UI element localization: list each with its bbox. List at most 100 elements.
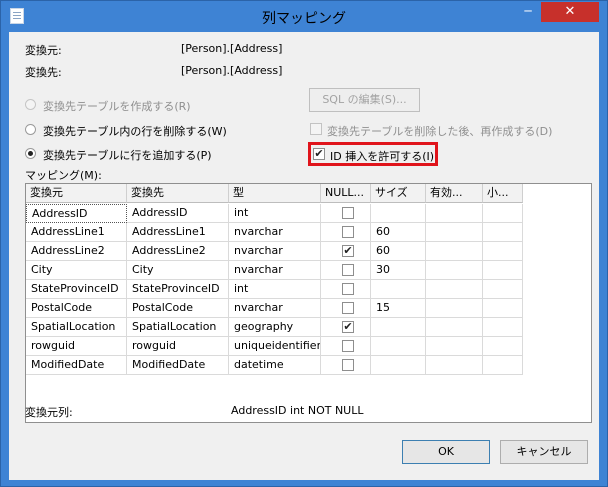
nullable-checkbox[interactable] (342, 359, 354, 371)
nullable-checkbox[interactable] (342, 264, 354, 276)
cell-size[interactable]: 60 (371, 223, 426, 242)
cell-size[interactable]: 15 (371, 299, 426, 318)
cell-size[interactable] (371, 356, 426, 375)
cell-source[interactable]: AddressLine2 (26, 242, 127, 261)
cell-source[interactable]: rowguid (26, 337, 127, 356)
cell-nullable[interactable]: ✔ (321, 318, 371, 337)
cell-type[interactable]: nvarchar (229, 299, 321, 318)
cell-source[interactable]: StateProvinceID (26, 280, 127, 299)
cell-scale[interactable] (483, 299, 523, 318)
mappings-label: マッピング(M): (25, 169, 102, 182)
dialog-client: 変換元: [Person].[Address] 変換先: [Person].[A… (9, 32, 599, 480)
cell-destination[interactable]: City (127, 261, 229, 280)
cell-scale[interactable] (483, 261, 523, 280)
cell-source[interactable]: PostalCode (26, 299, 127, 318)
cell-type[interactable]: nvarchar (229, 223, 321, 242)
cell-destination[interactable]: ModifiedDate (127, 356, 229, 375)
cell-size[interactable]: 30 (371, 261, 426, 280)
cell-nullable[interactable] (321, 337, 371, 356)
cell-nullable[interactable] (321, 356, 371, 375)
minimize-button[interactable]: ─ (515, 2, 541, 22)
nullable-checkbox[interactable] (342, 283, 354, 295)
cell-source[interactable]: SpatialLocation (26, 318, 127, 337)
cell-type[interactable]: nvarchar (229, 242, 321, 261)
source-column-label: 変換元列: (25, 406, 73, 419)
ok-button[interactable]: OK (402, 440, 490, 464)
cell-precision[interactable] (426, 280, 483, 299)
append-rows-radio[interactable] (25, 148, 36, 159)
append-rows-label: 変換先テーブルに行を追加する(P) (43, 149, 212, 162)
drop-recreate-label: 変換先テーブルを削除した後、再作成する(D) (327, 125, 553, 138)
cell-destination[interactable]: AddressID (127, 204, 229, 223)
cell-nullable[interactable] (321, 204, 371, 223)
create-table-radio[interactable] (25, 99, 36, 110)
cell-precision[interactable] (426, 318, 483, 337)
cell-destination[interactable]: SpatialLocation (127, 318, 229, 337)
nullable-checkbox[interactable] (342, 226, 354, 238)
cell-nullable[interactable] (321, 280, 371, 299)
cell-precision[interactable] (426, 261, 483, 280)
header-scale[interactable]: 小... (483, 184, 523, 203)
cell-source[interactable]: AddressID (26, 204, 127, 223)
header-source[interactable]: 変換元 (26, 184, 127, 203)
cell-type[interactable]: datetime (229, 356, 321, 375)
cell-scale[interactable] (483, 280, 523, 299)
cell-destination[interactable]: AddressLine2 (127, 242, 229, 261)
delete-rows-radio[interactable] (25, 124, 36, 135)
cell-size[interactable]: 60 (371, 242, 426, 261)
header-size[interactable]: サイズ (371, 184, 426, 203)
header-precision[interactable]: 有効... (426, 184, 483, 203)
destination-value: [Person].[Address] (181, 64, 283, 77)
cell-size[interactable] (371, 337, 426, 356)
nullable-checkbox[interactable] (342, 302, 354, 314)
cell-nullable[interactable] (321, 261, 371, 280)
header-destination[interactable]: 変換先 (127, 184, 229, 203)
cell-type[interactable]: int (229, 280, 321, 299)
cell-type[interactable]: int (229, 204, 321, 223)
cell-size[interactable] (371, 204, 426, 223)
cell-nullable[interactable]: ✔ (321, 242, 371, 261)
cell-scale[interactable] (483, 356, 523, 375)
cell-precision[interactable] (426, 337, 483, 356)
cell-source[interactable]: City (26, 261, 127, 280)
cell-scale[interactable] (483, 318, 523, 337)
cell-precision[interactable] (426, 204, 483, 223)
close-button[interactable]: ✕ (541, 2, 599, 22)
header-type[interactable]: 型 (229, 184, 321, 203)
cell-scale[interactable] (483, 204, 523, 223)
sql-edit-button[interactable]: SQL の編集(S)... (309, 88, 420, 112)
dialog-window: 列マッピング ─ ✕ 変換元: [Person].[Address] 変換先: … (0, 0, 608, 487)
cell-size[interactable] (371, 318, 426, 337)
cell-scale[interactable] (483, 223, 523, 242)
cell-precision[interactable] (426, 242, 483, 261)
cell-nullable[interactable] (321, 223, 371, 242)
cell-size[interactable] (371, 280, 426, 299)
nullable-checkbox[interactable]: ✔ (342, 245, 354, 257)
header-nullable[interactable]: NULL... (321, 184, 371, 203)
nullable-checkbox[interactable] (342, 340, 354, 352)
source-label: 変換元: (25, 44, 62, 57)
cell-nullable[interactable] (321, 299, 371, 318)
cell-destination[interactable]: StateProvinceID (127, 280, 229, 299)
cell-source[interactable]: ModifiedDate (26, 356, 127, 375)
cell-precision[interactable] (426, 223, 483, 242)
cell-destination[interactable]: rowguid (127, 337, 229, 356)
mappings-grid[interactable]: 変換元 変換先 型 NULL... サイズ 有効... 小... Address… (25, 183, 592, 423)
nullable-checkbox[interactable]: ✔ (342, 321, 354, 333)
cell-precision[interactable] (426, 299, 483, 318)
nullable-checkbox[interactable] (342, 207, 354, 219)
cell-scale[interactable] (483, 242, 523, 261)
cell-type[interactable]: geography (229, 318, 321, 337)
identity-insert-checkbox[interactable]: ✔ (313, 148, 325, 160)
cell-scale[interactable] (483, 337, 523, 356)
drop-recreate-checkbox[interactable] (310, 123, 322, 135)
title-bar[interactable]: 列マッピング ─ ✕ (1, 1, 607, 32)
cell-destination[interactable]: PostalCode (127, 299, 229, 318)
cell-destination[interactable]: AddressLine1 (127, 223, 229, 242)
cell-type[interactable]: uniqueidentifier (229, 337, 321, 356)
cell-source[interactable]: AddressLine1 (26, 223, 127, 242)
cancel-button[interactable]: キャンセル (500, 440, 588, 464)
delete-rows-label: 変換先テーブル内の行を削除する(W) (43, 125, 227, 138)
cell-type[interactable]: nvarchar (229, 261, 321, 280)
cell-precision[interactable] (426, 356, 483, 375)
